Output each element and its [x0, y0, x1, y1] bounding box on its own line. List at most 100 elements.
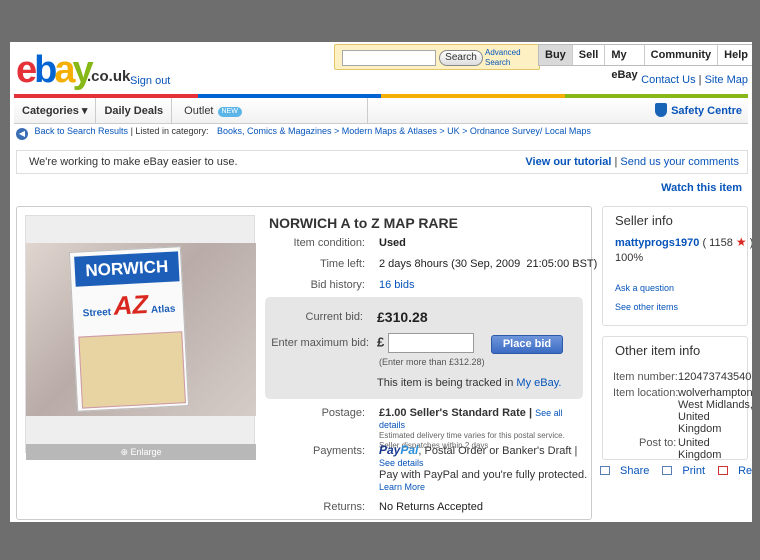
item-number-label: Item number:: [613, 371, 678, 383]
ebay-logo[interactable]: ebay: [16, 49, 94, 91]
feedback-score: ( 1158: [702, 237, 733, 249]
postage-value: £1.00 Seller's Standard Rate |: [379, 407, 533, 419]
seller-info-heading: Seller info: [615, 213, 673, 228]
print-action[interactable]: Print: [662, 465, 705, 477]
returns-label: Returns:: [323, 501, 365, 513]
payments-label: Payments:: [313, 445, 365, 457]
mail-icon: [600, 466, 610, 475]
seller-line: mattyprogs1970 ( 1158 ★ ): [615, 235, 752, 249]
enlarge-button[interactable]: ⊕ Enlarge: [26, 444, 256, 460]
search-bar: Search Advanced Search: [334, 44, 540, 70]
contact-us-link[interactable]: Contact Us: [641, 74, 695, 86]
condition-value: Used: [379, 237, 406, 249]
top-links: Contact Us | Site Map: [641, 74, 748, 86]
see-details-link[interactable]: See details: [379, 458, 424, 468]
site-map-link[interactable]: Site Map: [705, 74, 748, 86]
search-button[interactable]: Search: [439, 50, 483, 66]
nav-my-ebay[interactable]: My eBay: [604, 45, 643, 81]
logo-letter-e: e: [16, 49, 37, 91]
cover-title: NORWICH: [74, 251, 180, 287]
item-image: NORWICH Street AZ Atlas: [26, 243, 256, 416]
watch-item-link[interactable]: Watch this item: [661, 182, 742, 194]
time-left-label: Time left:: [320, 258, 365, 270]
share-action[interactable]: Share: [600, 465, 649, 477]
positive-feedback: 100%: [615, 252, 644, 264]
other-item-info-box: Other item info Item number: 12047374354…: [602, 336, 752, 461]
time-left-value: 2 days 8hours (30 Sep, 2009 21:05:00 BST…: [379, 258, 598, 270]
outlet-label: Outlet: [184, 104, 214, 117]
condition-label: Item condition:: [293, 237, 365, 249]
category-path-link[interactable]: Books, Comics & Magazines > Modern Maps …: [217, 126, 591, 136]
printer-icon: [662, 466, 673, 475]
item-location-label: Item location:: [613, 387, 679, 399]
paypal-logo: PayPal: [379, 443, 419, 457]
breadcrumb: ◀ Back to Search Results | Listed in cat…: [16, 126, 591, 140]
feedback-links: View our tutorial | Send us your comment…: [525, 156, 739, 168]
listed-label: Listed in category:: [135, 126, 209, 136]
safety-label: Safety Centre: [671, 105, 742, 117]
nav-help[interactable]: Help: [717, 45, 752, 65]
search-input[interactable]: [342, 50, 436, 66]
ask-question-link[interactable]: Ask a question: [615, 283, 674, 293]
learn-more-link[interactable]: Learn More: [379, 482, 425, 492]
outlet-link[interactable]: Outlet NEW: [172, 97, 369, 124]
max-bid-label: Enter maximum bid:: [271, 337, 369, 349]
back-to-search-link[interactable]: Back to Search Results: [35, 126, 129, 136]
item-photo[interactable]: NORWICH Street AZ Atlas ⊕ Enlarge: [25, 215, 256, 460]
nav-sell[interactable]: Sell: [571, 45, 605, 65]
current-bid-label: Current bid:: [305, 311, 363, 323]
report-action[interactable]: Report it: [718, 465, 752, 477]
zoom-icon: ⊕: [120, 447, 131, 457]
categories-menu[interactable]: Categories ▾: [14, 97, 97, 124]
item-title: NORWICH A to Z MAP RARE: [269, 215, 458, 231]
daily-deals-link[interactable]: Daily Deals: [96, 97, 173, 124]
flag-icon: [718, 466, 729, 475]
cover-subtitle: Street AZ Atlas: [82, 288, 176, 321]
item-actions: Share Print Report it: [600, 465, 752, 477]
currency-symbol: £: [377, 333, 474, 353]
logo-suffix: .co.uk: [87, 68, 131, 85]
payments-info: PayPal, Postal Order or Banker's Draft |…: [379, 443, 589, 493]
item-box: NORWICH Street AZ Atlas ⊕ Enlarge NORWIC…: [16, 206, 597, 520]
max-bid-input[interactable]: [387, 333, 474, 353]
payments-value: , Postal Order or Banker's Draft |: [418, 445, 578, 457]
current-bid-value: £310.28: [377, 309, 428, 325]
seller-name-link[interactable]: mattyprogs1970: [615, 237, 699, 249]
item-number-value: 120473743540: [678, 371, 752, 383]
see-other-items-link[interactable]: See other items: [615, 302, 678, 312]
my-ebay-link[interactable]: My eBay.: [516, 377, 561, 389]
logo-letter-a: a: [54, 49, 75, 91]
other-info-heading: Other item info: [615, 343, 701, 358]
category-bar: Categories ▾ Daily Deals Outlet NEW Safet…: [14, 97, 748, 124]
logo-letter-b: b: [34, 49, 57, 91]
atlas-cover: NORWICH Street AZ Atlas: [68, 246, 190, 412]
postage-note: Estimated delivery time varies for this …: [379, 431, 565, 440]
tracking-note: This item is being tracked in My eBay.: [377, 377, 562, 389]
back-arrow-icon[interactable]: ◀: [16, 128, 28, 140]
post-to-value: United Kingdom: [678, 437, 722, 461]
min-bid-note: (Enter more than £312.28): [379, 357, 485, 367]
new-badge: NEW: [217, 106, 242, 117]
bid-history-label: Bid history:: [310, 279, 365, 291]
cover-map: [78, 331, 186, 409]
seller-info-box: Seller info mattyprogs1970 ( 1158 ★ ) 10…: [602, 206, 752, 326]
returns-value: No Returns Accepted: [379, 501, 483, 513]
postage-label: Postage:: [321, 407, 365, 419]
safety-centre-link[interactable]: Safety Centre: [655, 103, 742, 117]
view-tutorial-link[interactable]: View our tutorial: [525, 156, 611, 168]
nav-community[interactable]: Community: [643, 45, 718, 65]
star-icon: ★: [735, 235, 747, 249]
feedback-banner: We're working to make eBay easier to use…: [16, 150, 748, 174]
nav-buy[interactable]: Buy: [539, 45, 572, 65]
place-bid-button[interactable]: Place bid: [491, 335, 563, 354]
bid-history-link[interactable]: 16 bids: [379, 279, 414, 291]
shield-icon: [655, 103, 668, 117]
advanced-search-link[interactable]: Advanced Search: [485, 48, 529, 68]
feedback-message: We're working to make eBay easier to use…: [29, 156, 238, 168]
send-comments-link[interactable]: Send us your comments: [620, 156, 739, 168]
ebay-page: ebay .co.uk Sign out Search Advanced Sea…: [10, 42, 752, 522]
sign-out-link[interactable]: Sign out: [130, 75, 170, 87]
post-to-label: Post to:: [639, 437, 677, 449]
item-location-value: wolverhampton, West Midlands, United Kin…: [678, 387, 752, 435]
bid-panel: Current bid: £310.28 Enter maximum bid: …: [265, 297, 583, 399]
